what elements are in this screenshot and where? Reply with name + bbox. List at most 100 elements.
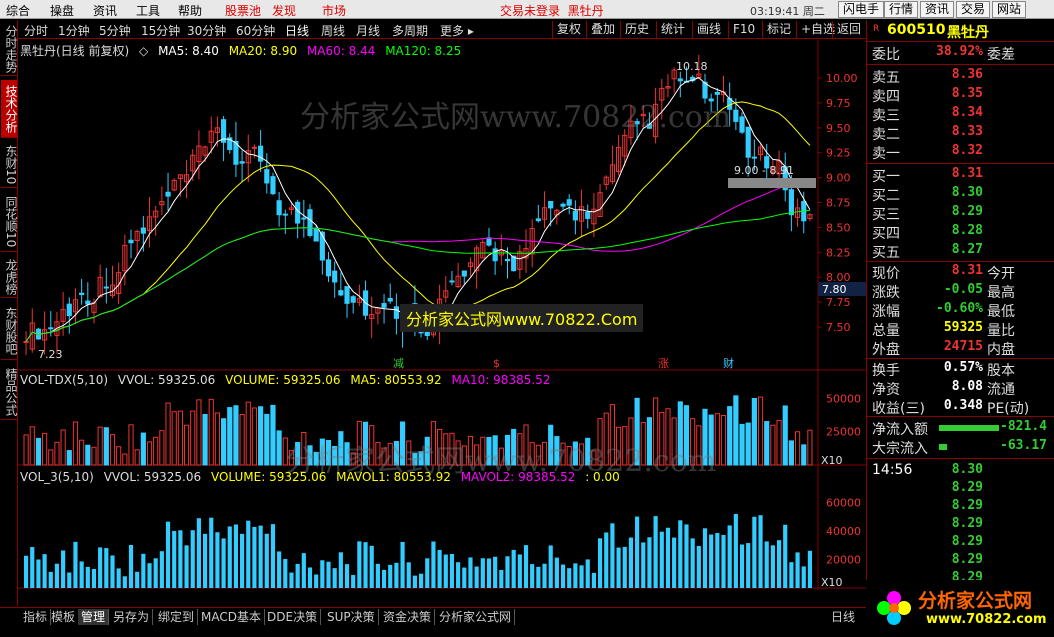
candle-body — [393, 306, 399, 319]
weibi-value: 38.92% — [936, 44, 983, 59]
candle-body — [313, 227, 319, 242]
period-tab[interactable]: 30分钟 — [187, 22, 226, 39]
volume-bar — [36, 559, 41, 588]
volume-bar — [252, 526, 257, 588]
volume-bar — [425, 558, 430, 588]
event-marker: 涨 — [658, 357, 669, 370]
tab-tonghuashun[interactable]: 同花顺10 — [1, 192, 18, 252]
quotes-button[interactable]: 行情 — [884, 1, 919, 18]
volume-bar — [573, 563, 578, 588]
menu-item-discover[interactable]: 发现 — [272, 2, 296, 19]
candle-body — [103, 286, 109, 289]
menu-item-market[interactable]: 市场 — [322, 2, 346, 19]
volume-bar — [23, 434, 29, 466]
tab-formulas[interactable]: 精品公式 — [1, 364, 18, 420]
period-tab[interactable]: 5分钟 — [99, 22, 131, 39]
buy-level: 买五 8.27 — [867, 242, 1054, 261]
volume-bar — [67, 572, 72, 588]
flash-trade-button[interactable]: 闪电手 — [838, 1, 885, 18]
tick-row-value: 8.29 — [951, 516, 983, 531]
tab-fxj[interactable]: 分析家公式网 — [436, 609, 516, 625]
candle-body — [387, 298, 393, 302]
tab-fund[interactable]: 资金决策 — [380, 609, 436, 625]
volume-bar — [153, 436, 159, 466]
menu-item[interactable]: 帮助 — [178, 2, 202, 19]
tab-sup[interactable]: SUP决策 — [324, 609, 379, 625]
website-button[interactable]: 网站 — [992, 1, 1027, 18]
tab-guba[interactable]: 东财股吧 — [1, 302, 18, 360]
volume-bar — [369, 545, 374, 588]
volume-bar — [30, 547, 35, 588]
volume-bar — [393, 440, 399, 466]
news-button[interactable]: 资讯 — [920, 1, 955, 18]
more-periods[interactable]: 更多 ▸ — [440, 22, 474, 39]
stats-button[interactable]: 统计 — [656, 21, 689, 38]
sell-level-value: 8.36 — [951, 67, 983, 82]
volume-bar — [351, 575, 356, 588]
volume-bar — [301, 431, 307, 466]
volume-bar — [221, 538, 226, 588]
sell-level: 卖四 8.35 — [867, 86, 1054, 105]
back-button[interactable]: 返回 — [832, 21, 865, 38]
history-button[interactable]: 历史 — [620, 21, 653, 38]
volume-bar — [227, 526, 232, 588]
volume-bar — [363, 542, 368, 588]
stat-row: 外盘 24715 内盘 — [867, 339, 1054, 358]
tab-intraday[interactable]: 分时走势 — [1, 22, 18, 76]
tab-bind[interactable]: 绑定到 — [155, 609, 199, 625]
tab-indicator[interactable]: 指标 — [20, 609, 52, 625]
volume-bar — [196, 518, 201, 588]
draw-button[interactable]: 画线 — [692, 21, 725, 38]
tick-price: 8.30 — [951, 462, 983, 477]
volume-bar — [443, 554, 448, 588]
period-tab[interactable]: 多周期 — [392, 22, 428, 39]
period-tab[interactable]: 月线 — [356, 22, 380, 39]
volume-bar — [215, 532, 220, 588]
volume-bar — [665, 408, 671, 466]
volume-bar — [511, 549, 516, 588]
candle-body — [301, 217, 307, 220]
flow-value: -63.17 — [1000, 438, 1047, 453]
tab-eastmoney[interactable]: 东财10 — [1, 142, 18, 188]
tab-saveas[interactable]: 另存为 — [110, 609, 154, 625]
period-tab[interactable]: 周线 — [321, 22, 345, 39]
tab-template[interactable]: 模板 — [48, 609, 80, 625]
trade-button[interactable]: 交易 — [956, 1, 991, 18]
adjust-button[interactable]: 复权 — [552, 21, 585, 38]
period-tab[interactable]: 分时 — [24, 22, 48, 39]
menu-item[interactable]: 操盘 — [50, 2, 74, 19]
volume-bar — [430, 421, 437, 466]
menu-item[interactable]: 工具 — [136, 2, 160, 19]
volume-bar — [480, 436, 486, 466]
tab-dde[interactable]: DDE决策 — [264, 609, 322, 625]
period-tab[interactable]: 1分钟 — [58, 22, 90, 39]
volume-bar — [597, 418, 603, 466]
overlay-button[interactable]: 叠加 — [586, 21, 619, 38]
formula-bar: 指标 模板 管理 另存为 绑定到 MACD基本 DDE决策 SUP决策 资金决策… — [0, 607, 866, 625]
volume-bar — [79, 561, 84, 588]
logo-text: 分析家公式网 — [918, 590, 1033, 612]
tab-macd[interactable]: MACD基本 — [198, 609, 265, 625]
f10-button[interactable]: F10 — [728, 21, 759, 38]
menu-item-stockpool[interactable]: 股票池 — [225, 2, 261, 19]
candle-body — [788, 189, 794, 216]
tab-technical[interactable]: 技术分析 — [1, 80, 18, 138]
tab-manage[interactable]: 管理 — [78, 609, 110, 625]
login-status[interactable]: 交易未登录 黑牡丹 — [500, 2, 604, 19]
volume-bar — [548, 545, 553, 588]
mark-button[interactable]: 标记 — [762, 21, 795, 38]
menu-item[interactable]: 综合 — [6, 2, 30, 19]
menu-item[interactable]: 资讯 — [93, 2, 117, 19]
volume-bar — [622, 426, 628, 466]
period-tab-active[interactable]: 日线 — [285, 22, 309, 39]
stat-row-value: 8.31 — [951, 263, 983, 278]
tab-dragon-tiger[interactable]: 龙虎榜 — [1, 256, 18, 298]
vol3-vvol: VVOL: 59325.06 — [103, 470, 202, 484]
period-tab[interactable]: 15分钟 — [141, 22, 180, 39]
volume-bar — [714, 413, 720, 466]
stat-row-value: -0.60% — [936, 301, 983, 316]
sell-level-value: 8.34 — [951, 105, 983, 120]
ma-line — [25, 77, 811, 342]
period-tab[interactable]: 60分钟 — [236, 22, 275, 39]
volume-bar — [140, 432, 146, 466]
